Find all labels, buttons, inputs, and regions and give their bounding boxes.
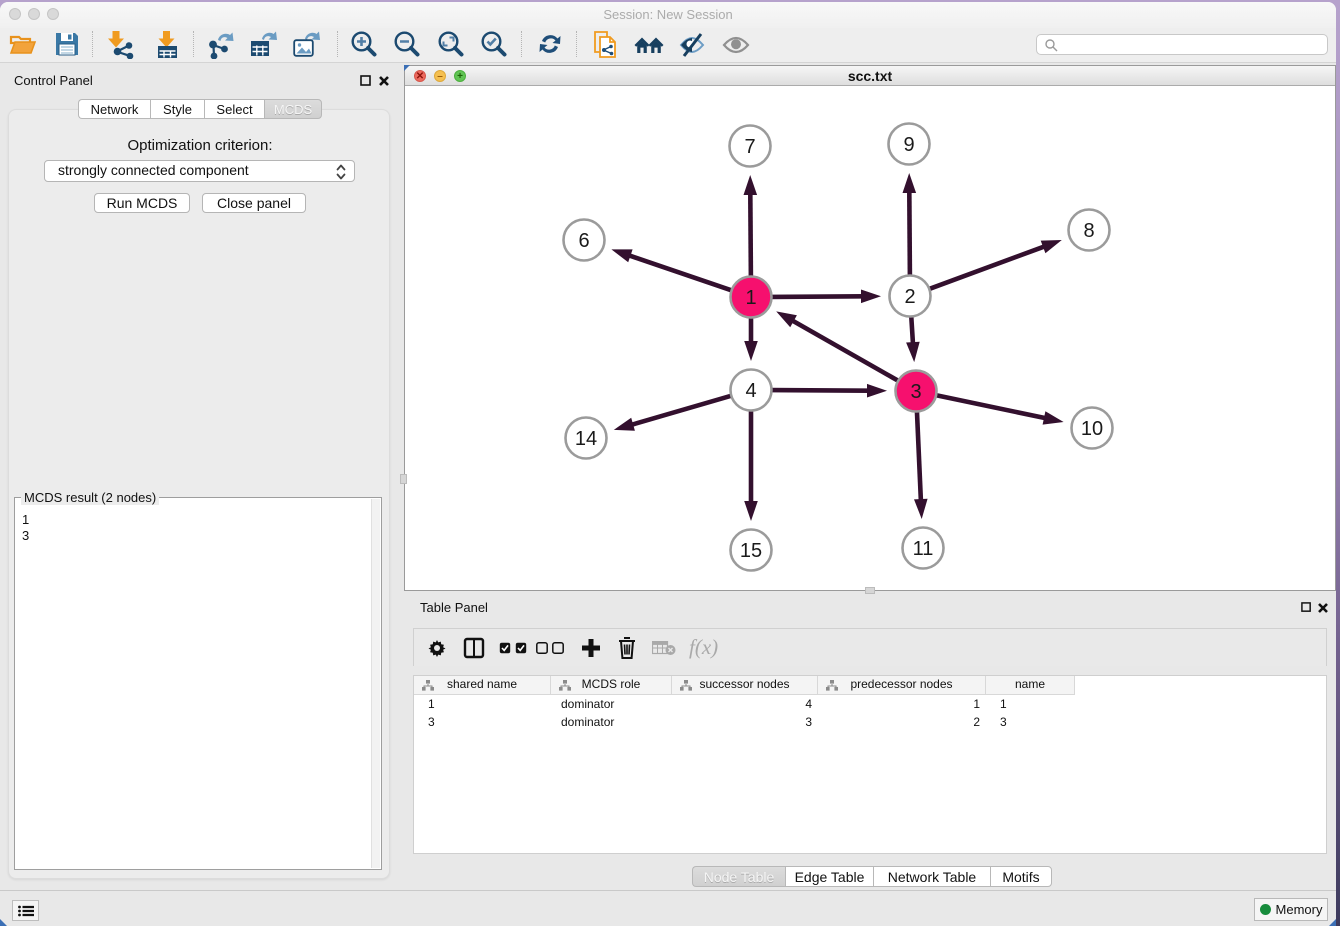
- svg-text:11: 11: [913, 538, 934, 560]
- svg-text:6: 6: [578, 230, 589, 252]
- svg-text:10: 10: [1081, 418, 1103, 440]
- svg-text:14: 14: [575, 428, 597, 450]
- svg-text:15: 15: [740, 540, 762, 562]
- svg-text:1: 1: [745, 287, 756, 309]
- svg-text:4: 4: [745, 380, 756, 402]
- svg-text:7: 7: [744, 136, 755, 158]
- svg-text:2: 2: [904, 286, 915, 308]
- svg-text:8: 8: [1083, 220, 1094, 242]
- svg-text:3: 3: [910, 381, 921, 403]
- svg-text:9: 9: [903, 134, 914, 156]
